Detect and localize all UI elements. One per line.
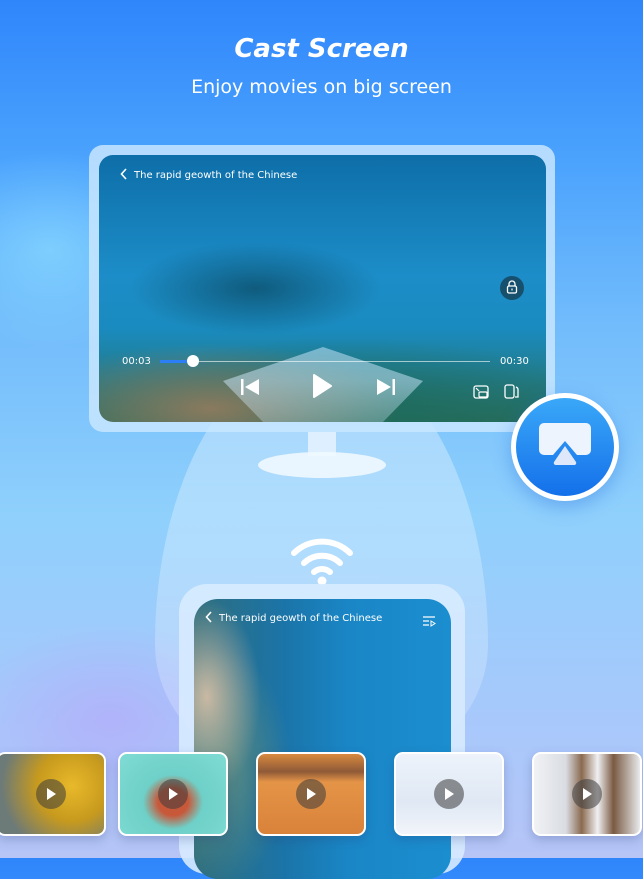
play-icon <box>296 779 326 809</box>
airplay-cast-icon <box>536 420 594 474</box>
phone-video-title: The rapid geowth of the Chinese <box>219 613 383 624</box>
progress-knob[interactable] <box>187 355 199 367</box>
rotate-screen-button[interactable] <box>503 384 521 402</box>
back-chevron-icon[interactable] <box>205 611 213 626</box>
playlist-icon[interactable] <box>422 612 436 631</box>
play-icon <box>572 779 602 809</box>
picture-in-picture-button[interactable] <box>472 384 490 403</box>
cast-button-inner <box>516 398 614 496</box>
next-button[interactable] <box>374 377 398 401</box>
previous-icon <box>239 377 261 401</box>
progress-track[interactable] <box>160 361 490 362</box>
picture-in-picture-icon <box>473 384 489 403</box>
total-time: 00:30 <box>500 356 529 367</box>
phone-video-header: The rapid geowth of the Chinese <box>205 611 382 626</box>
back-chevron-icon[interactable] <box>120 168 128 182</box>
next-icon <box>375 377 397 401</box>
page-subtitle: Enjoy movies on big screen <box>191 76 452 98</box>
phone-video-screen[interactable] <box>194 599 451 879</box>
play-button[interactable] <box>308 373 336 403</box>
page-title: Cast Screen <box>234 34 409 64</box>
previous-button[interactable] <box>238 377 262 401</box>
lock-icon <box>506 279 518 298</box>
video-thumbnail[interactable] <box>118 752 228 836</box>
video-thumbnail[interactable] <box>0 752 106 836</box>
wifi-icon <box>290 535 354 591</box>
play-icon <box>434 779 464 809</box>
tv-stand-base <box>258 452 386 478</box>
play-icon <box>311 373 333 403</box>
rotate-screen-icon <box>504 383 520 403</box>
cast-button[interactable] <box>511 393 619 501</box>
video-thumbnail[interactable] <box>256 752 366 836</box>
video-thumbnail[interactable] <box>394 752 504 836</box>
current-time: 00:03 <box>122 356 151 367</box>
video-thumbnail[interactable] <box>532 752 642 836</box>
tv-video-title: The rapid geowth of the Chinese <box>134 169 298 181</box>
lock-button[interactable] <box>500 276 524 300</box>
play-icon <box>158 779 188 809</box>
tv-video-header: The rapid geowth of the Chinese <box>120 168 297 182</box>
play-icon <box>36 779 66 809</box>
